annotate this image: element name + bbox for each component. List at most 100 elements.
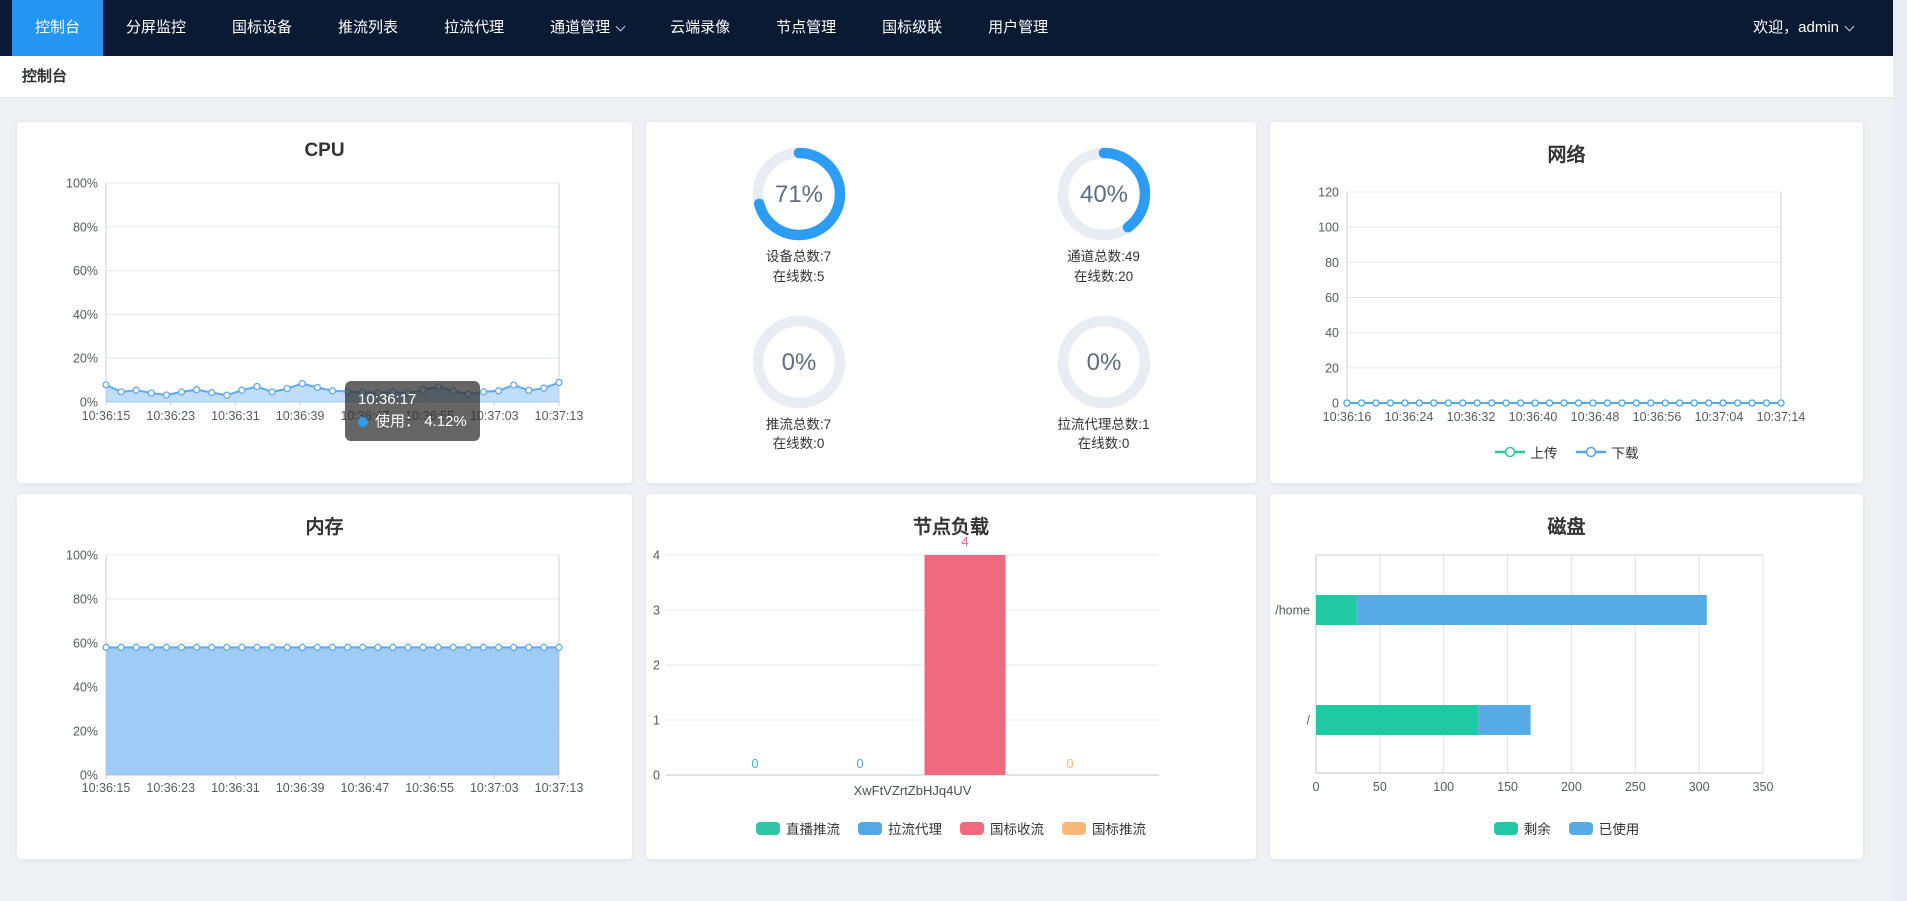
svg-text:60: 60 [1325,291,1339,305]
svg-text:0: 0 [856,756,863,771]
nav-item-10[interactable]: 用户管理 [965,0,1071,56]
gauge-1[interactable]: 71%设备总数:7在线数:5 [646,144,951,304]
nodeload-chart[interactable]: 012340040XwFtVZrtZbHJq4UV [646,494,1256,859]
svg-text:2: 2 [653,659,660,673]
nodeload-panel: 节点负载 012340040XwFtVZrtZbHJq4UV 直播推流拉流代理国… [646,494,1256,859]
svg-text:0%: 0% [1086,349,1121,376]
svg-text:50: 50 [1373,780,1387,794]
svg-text:60%: 60% [73,637,98,651]
svg-text:4: 4 [653,549,660,563]
nav-item-label: 国标级联 [882,19,942,36]
legend-label: 上传 [1531,442,1558,462]
scrollbar-track[interactable] [1893,0,1907,901]
gauge-2[interactable]: 40%通道总数:49在线数:20 [951,144,1256,304]
svg-text:100: 100 [1318,221,1339,235]
svg-text:250: 250 [1625,780,1646,794]
svg-text:10:37:13: 10:37:13 [535,781,584,795]
svg-text:40: 40 [1325,326,1339,340]
tooltip-time: 10:36:17 [358,389,467,411]
nodeload-title: 节点负载 [646,512,1256,539]
cpu-panel: CPU 0%20%40%60%80%100%10:36:1510:36:2310… [17,122,632,483]
svg-text:/home: /home [1275,604,1310,618]
gauge-4[interactable]: 0% 拉流代理总数:1在线数:0 [951,312,1256,472]
svg-text:0%: 0% [80,396,98,410]
legend-item[interactable]: 国标收流 [960,818,1044,838]
svg-text:20: 20 [1325,361,1339,375]
disk-legend: 剩余已使用 [1270,818,1863,838]
dashboard: CPU 0%20%40%60%80%100%10:36:1510:36:2310… [0,97,1907,859]
chevron-down-icon [616,22,626,32]
legend-item[interactable]: 已使用 [1569,818,1640,838]
nav-item-3[interactable]: 国标设备 [209,0,315,56]
svg-text:40%: 40% [73,681,98,695]
legend-label: 国标收流 [990,818,1044,838]
gauge-3[interactable]: 0%推流总数:7在线数:0 [646,312,951,472]
gauge-stats: 拉流代理总数:1在线数:0 [1057,415,1149,454]
svg-text:10:36:24: 10:36:24 [1385,410,1434,424]
legend-swatch-icon [960,822,984,835]
nav-item-2[interactable]: 分屏监控 [103,0,209,56]
nav-item-label: 用户管理 [988,19,1048,36]
svg-text:1: 1 [653,714,660,728]
legend-label: 剩余 [1524,818,1551,838]
memory-chart[interactable]: 0%20%40%60%80%100%10:36:1510:36:2310:36:… [17,494,632,859]
nav-item-label: 拉流代理 [444,19,504,36]
svg-text:100%: 100% [66,549,98,563]
svg-text:3: 3 [653,604,660,618]
nav-item-label: 通道管理 [550,19,610,36]
legend-swatch-icon [1494,822,1518,835]
legend-item[interactable]: 拉流代理 [858,818,942,838]
nav-item-6[interactable]: 通道管理 [527,0,647,56]
network-chart[interactable]: 02040608010012010:36:1610:36:2410:36:321… [1270,122,1863,483]
svg-text:120: 120 [1318,186,1339,200]
legend-item[interactable]: 上传 [1495,442,1558,462]
nav-item-1[interactable]: 控制台 [12,0,103,56]
svg-text:10:36:55: 10:36:55 [405,781,454,795]
breadcrumb: 控制台 [22,68,67,85]
legend-item[interactable]: 下载 [1576,442,1639,462]
svg-text:0: 0 [751,756,758,771]
svg-text:0: 0 [653,769,660,783]
network-title: 网络 [1270,140,1863,167]
svg-text:0: 0 [1313,780,1320,794]
svg-text:0: 0 [1066,756,1073,771]
network-panel: 网络 02040608010012010:36:1610:36:2410:36:… [1270,122,1863,483]
nav-item-7[interactable]: 云端录像 [647,0,753,56]
nav-item-label: 分屏监控 [126,19,186,36]
svg-text:40%: 40% [1079,181,1127,208]
svg-text:10:37:04: 10:37:04 [1695,410,1744,424]
nav-item-4[interactable]: 推流列表 [315,0,421,56]
nav-item-label: 国标设备 [232,19,292,36]
legend-swatch-icon [1062,822,1086,835]
svg-text:80%: 80% [73,220,98,234]
svg-text:10:37:03: 10:37:03 [470,781,519,795]
disk-chart[interactable]: 050100150200250300350/home/ [1270,494,1863,859]
nav-item-label: 推流列表 [338,19,398,36]
disk-title: 磁盘 [1270,512,1863,539]
series-dot-icon [358,417,368,427]
svg-text:40%: 40% [73,308,98,322]
legend-item[interactable]: 剩余 [1494,818,1551,838]
svg-text:10:36:39: 10:36:39 [276,781,325,795]
nav-item-label: 控制台 [35,19,80,36]
gauge-stats: 设备总数:7在线数:5 [766,247,831,286]
nav-item-8[interactable]: 节点管理 [753,0,859,56]
svg-text:10:36:15: 10:36:15 [82,781,131,795]
nav-item-label: 云端录像 [670,19,730,36]
legend-item[interactable]: 直播推流 [756,818,840,838]
tooltip-label: 使用： [375,413,420,430]
svg-text:80: 80 [1325,256,1339,270]
svg-text:20%: 20% [73,725,98,739]
svg-text:10:36:16: 10:36:16 [1323,410,1372,424]
chevron-down-icon [1845,22,1855,32]
cpu-chart[interactable]: 0%20%40%60%80%100%10:36:1510:36:2310:36:… [17,122,632,483]
disk-panel: 磁盘 050100150200250300350/home/ 剩余已使用 [1270,494,1863,859]
nav-item-9[interactable]: 国标级联 [859,0,965,56]
nav-item-5[interactable]: 拉流代理 [421,0,527,56]
svg-text:10:36:23: 10:36:23 [146,409,195,423]
svg-text:10:36:48: 10:36:48 [1571,410,1620,424]
svg-text:10:36:56: 10:36:56 [1633,410,1682,424]
legend-item[interactable]: 国标推流 [1062,818,1146,838]
user-menu[interactable]: 欢迎，admin [1753,0,1893,56]
legend-label: 拉流代理 [888,818,942,838]
